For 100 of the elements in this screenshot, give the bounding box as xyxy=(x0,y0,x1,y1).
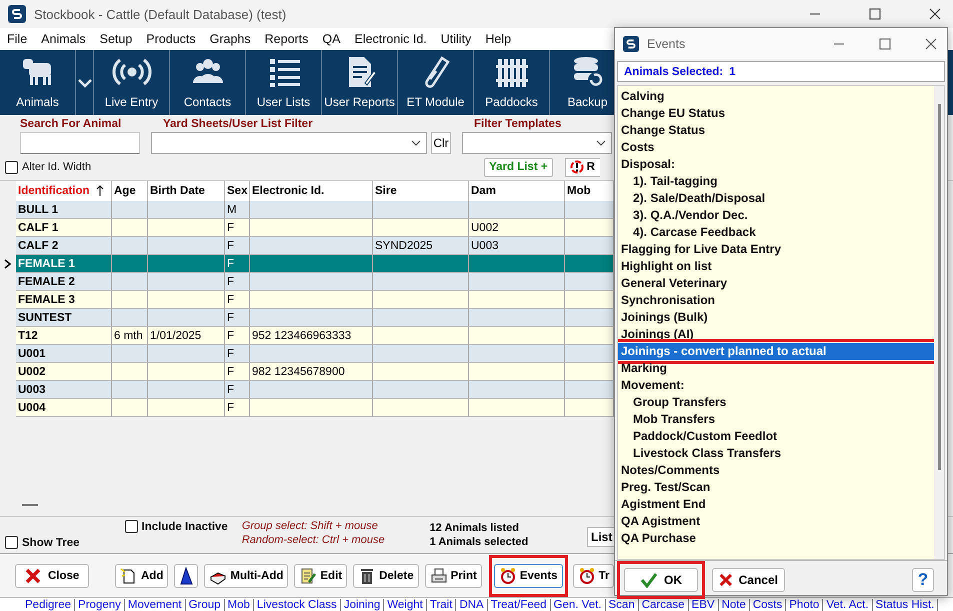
tab-link[interactable]: Costs xyxy=(750,599,786,611)
list-item[interactable]: Joinings (Bulk) xyxy=(618,309,934,326)
action-button[interactable]: Multi-Add xyxy=(204,564,288,588)
action-button[interactable]: Edit xyxy=(294,564,348,588)
table-cell xyxy=(112,273,148,291)
action-button[interactable]: Print xyxy=(424,564,482,588)
list-item[interactable]: Group Transfers xyxy=(618,394,934,411)
search-field[interactable] xyxy=(20,132,140,154)
tab-link[interactable]: Gen. Vet. xyxy=(550,599,606,611)
maximize-icon[interactable] xyxy=(879,38,891,50)
tab-link[interactable]: Pedigree xyxy=(22,599,76,611)
reminder-button[interactable]: R xyxy=(564,158,600,176)
toolbar-button[interactable]: User Lists xyxy=(246,50,322,115)
close-icon[interactable] xyxy=(925,38,937,50)
list-item[interactable]: General Veterinary xyxy=(618,275,934,292)
column-header[interactable]: Electronic Id. xyxy=(250,181,373,201)
action-button[interactable]: Close xyxy=(15,564,89,588)
cancel-button[interactable]: Cancel xyxy=(712,568,785,592)
close-icon[interactable] xyxy=(929,8,941,20)
column-header[interactable]: Age xyxy=(112,181,148,201)
menu-item[interactable]: Electronic Id. xyxy=(347,32,434,46)
scrollbar-thumb[interactable] xyxy=(22,504,38,506)
toolbar-button[interactable]: Animals xyxy=(0,50,76,115)
tab-link[interactable]: Joining xyxy=(340,599,384,611)
list-item[interactable]: Notes/Comments xyxy=(618,462,934,479)
list-item[interactable]: Preg. Test/Scan xyxy=(618,479,934,496)
toolbar-button[interactable]: Live Entry xyxy=(94,50,170,115)
alter-width-checkbox[interactable]: Alter Id. Width xyxy=(5,160,92,174)
tab-link[interactable]: Movement xyxy=(124,599,186,611)
list-item[interactable]: 2). Sale/Death/Disposal xyxy=(618,190,934,207)
menu-item[interactable]: Animals xyxy=(34,32,93,46)
scrollbar-thumb[interactable] xyxy=(938,104,940,470)
tab-link[interactable]: Mob xyxy=(224,599,254,611)
list-item[interactable]: 4). Carcase Feedback xyxy=(618,224,934,241)
list-item[interactable]: Synchronisation xyxy=(618,292,934,309)
toolbar-button[interactable]: User Reports xyxy=(322,50,398,115)
action-button[interactable]: Events xyxy=(494,564,563,588)
toolbar-button[interactable]: Contacts xyxy=(170,50,246,115)
column-header[interactable]: Identification xyxy=(16,181,112,201)
tab-link[interactable]: Scan xyxy=(606,599,639,611)
ok-button[interactable]: OK xyxy=(624,568,698,592)
tab-link[interactable]: EBV xyxy=(688,599,719,611)
tab-link[interactable]: DNA xyxy=(456,599,488,611)
tab-link[interactable]: Progeny xyxy=(75,599,125,611)
list-item[interactable]: Paddock/Custom Feedlot xyxy=(618,428,934,445)
action-button[interactable]: Delete xyxy=(353,564,419,588)
list-item[interactable]: Highlight on list xyxy=(618,258,934,275)
show-tree-checkbox[interactable]: Show Tree xyxy=(5,536,80,549)
menu-item[interactable]: Help xyxy=(478,32,518,46)
dropdown-button[interactable] xyxy=(76,50,94,115)
list-item[interactable]: Marking xyxy=(618,360,934,377)
column-header[interactable]: Mob xyxy=(565,181,614,201)
action-button[interactable]: Tr xyxy=(572,564,614,588)
table-cell: F xyxy=(225,273,250,291)
list-item[interactable]: Flagging for Live Data Entry xyxy=(618,241,934,258)
tab-link[interactable]: Livestock Class xyxy=(254,599,341,611)
list-item[interactable]: Change Status xyxy=(618,122,934,139)
list-item[interactable]: Livestock Class Transfers xyxy=(618,445,934,462)
list-item[interactable]: Costs xyxy=(618,139,934,156)
action-button[interactable] xyxy=(174,564,198,588)
column-header[interactable]: Sex xyxy=(225,181,250,201)
window-title: Stockbook - Cattle (Default Database) (test) xyxy=(34,6,286,22)
toolbar-button[interactable]: ET Module xyxy=(398,50,474,115)
toolbar-button[interactable]: Paddocks xyxy=(474,50,550,115)
tab-link[interactable]: Status Hist. xyxy=(872,599,938,611)
menu-item[interactable]: Graphs xyxy=(202,32,258,46)
maximize-icon[interactable] xyxy=(869,8,881,20)
list-button[interactable]: List xyxy=(587,527,614,547)
table-cell xyxy=(565,291,614,309)
menu-item[interactable]: QA xyxy=(315,32,348,46)
menu-item[interactable]: File xyxy=(0,32,34,46)
list-item[interactable]: QA Agistment xyxy=(618,513,934,530)
column-header[interactable]: Dam xyxy=(469,181,565,201)
list-item[interactable]: Movement: xyxy=(618,377,934,394)
list-item[interactable]: Mob Transfers xyxy=(618,411,934,428)
tab-link[interactable]: Group xyxy=(186,599,225,611)
tab-link[interactable]: Treat/Feed xyxy=(488,599,551,611)
menu-item[interactable]: Products xyxy=(139,32,203,46)
menu-item[interactable]: Reports xyxy=(258,32,316,46)
menu-item[interactable]: Setup xyxy=(92,32,140,46)
action-button[interactable]: Add xyxy=(115,564,168,588)
tab-link[interactable]: Vet. Act. xyxy=(823,599,873,611)
list-item[interactable]: Joinings - convert planned to actual xyxy=(618,343,934,360)
list-item[interactable]: 1). Tail-tagging xyxy=(618,173,934,190)
list-item[interactable]: Disposal: xyxy=(618,156,934,173)
list-item[interactable]: 3). Q.A./Vendor Dec. xyxy=(618,207,934,224)
list-item[interactable]: Agistment End xyxy=(618,496,934,513)
column-header[interactable]: Birth Date xyxy=(148,181,225,201)
menu-item[interactable]: Utility xyxy=(434,32,478,46)
tab-link[interactable]: Carcase xyxy=(638,599,689,611)
tab-link[interactable]: Photo xyxy=(786,599,824,611)
list-item[interactable]: QA Purchase xyxy=(618,530,934,547)
tab-link[interactable]: Trait xyxy=(426,599,456,611)
column-header[interactable]: Sire xyxy=(373,181,469,201)
tab-link[interactable]: Note xyxy=(718,599,750,611)
table-cell: F xyxy=(225,237,250,255)
yard-list-button[interactable]: Yard List + xyxy=(484,158,553,176)
help-button[interactable]: ? xyxy=(912,568,934,592)
clear-button[interactable]: Clr xyxy=(431,132,451,154)
tab-link[interactable]: Weight xyxy=(384,599,427,611)
